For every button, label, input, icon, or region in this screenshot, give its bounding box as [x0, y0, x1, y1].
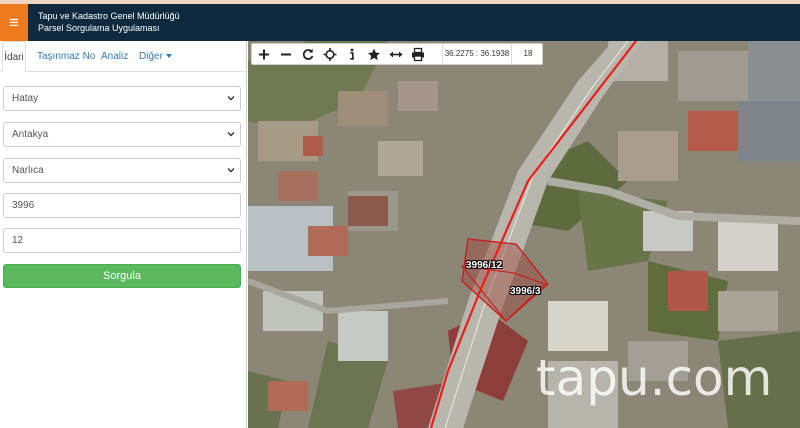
map-toolbar: 36.2275 : 36.1938 18 [251, 43, 543, 65]
watermark-logo: tapu.com [536, 349, 773, 407]
print-button[interactable] [408, 45, 428, 64]
plus-icon [259, 49, 269, 60]
app-header: ≡ Tapu ve Kadastro Genel Müdürlüğü Parse… [0, 4, 800, 41]
minus-icon [281, 53, 291, 56]
tab-other-label: Diğer [139, 51, 163, 62]
query-button[interactable]: Sorgula [3, 264, 241, 288]
parcel-number-value: 12 [12, 235, 24, 246]
tab-administrative[interactable]: İdari [2, 41, 26, 72]
block-number-input[interactable]: 3996 [3, 193, 241, 218]
block-number-value: 3996 [12, 200, 35, 211]
neighborhood-select[interactable]: Narlıca [3, 158, 241, 183]
printer-icon [412, 47, 424, 62]
query-sidebar: İdari Taşınmaz No Analiz Diğer Hatay Ant… [0, 41, 247, 428]
caret-down-icon [165, 54, 172, 59]
district-select[interactable]: Antakya [3, 122, 241, 147]
info-button[interactable] [342, 45, 362, 64]
locate-button[interactable] [320, 45, 340, 64]
tab-bar: İdari Taşınmaz No Analiz Diğer [0, 41, 247, 72]
tab-other[interactable]: Diğer [139, 41, 172, 72]
parcel-label-3996-12: 3996/12 [466, 260, 503, 271]
tab-property-number[interactable]: Taşınmaz No [37, 41, 95, 72]
map-view[interactable]: 3996/12 3996/3 36.2275 : 36.1938 18 tapu… [248, 41, 800, 428]
province-select[interactable]: Hatay [3, 86, 241, 111]
hamburger-icon: ≡ [9, 13, 19, 32]
app-title-line2: Parsel Sorgulama Uygulaması [38, 23, 160, 33]
zoom-out-button[interactable] [276, 45, 296, 64]
tab-analysis[interactable]: Analiz [101, 41, 128, 72]
neighborhood-value: Narlıca [12, 165, 44, 176]
parcel-label-3996-3: 3996/3 [510, 286, 541, 297]
chevron-down-icon [227, 96, 235, 101]
chevron-down-icon [227, 132, 235, 137]
zoom-in-button[interactable] [254, 45, 274, 64]
refresh-button[interactable] [298, 45, 318, 64]
chevron-down-icon [227, 168, 235, 173]
app-title-line1: Tapu ve Kadastro Genel Müdürlüğü [38, 11, 180, 21]
district-value: Antakya [12, 129, 49, 140]
app-title: Tapu ve Kadastro Genel Müdürlüğü Parsel … [38, 10, 180, 34]
province-value: Hatay [12, 93, 39, 104]
info-icon [350, 48, 354, 60]
crosshair-icon [323, 48, 337, 61]
favorite-button[interactable] [364, 45, 384, 64]
horizontal-arrows-icon [389, 51, 403, 58]
coordinate-readout: 36.2275 : 36.1938 [442, 44, 512, 64]
star-icon [368, 48, 380, 61]
measure-button[interactable] [386, 45, 406, 64]
refresh-icon [302, 48, 314, 60]
menu-toggle-button[interactable]: ≡ [0, 4, 28, 41]
parcel-number-input[interactable]: 12 [3, 228, 241, 253]
zoom-level-readout: 18 [523, 49, 533, 58]
